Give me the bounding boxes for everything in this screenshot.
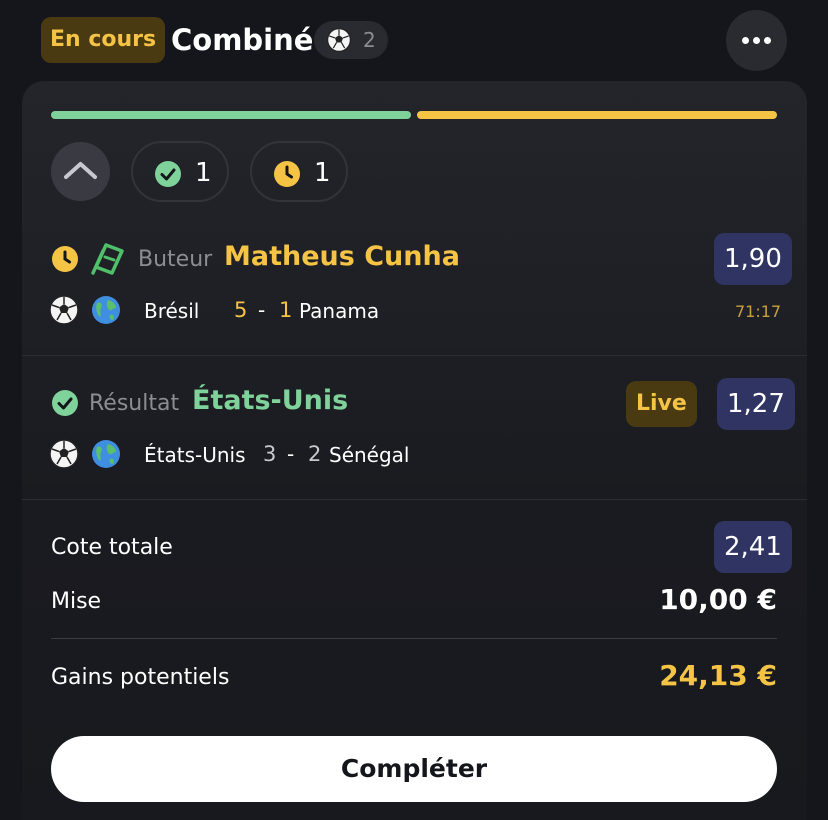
stake-value: 10,00 € <box>659 583 777 616</box>
page-title: Combiné <box>171 23 314 57</box>
away-score: 1 <box>279 298 293 322</box>
score-separator: - <box>287 442 295 466</box>
bet-card: 1 1 Buteur Matheus Cunha 1,90 Brésil 5 -… <box>22 81 807 820</box>
ellipsis-icon <box>753 37 760 44</box>
globe-icon <box>92 296 120 324</box>
gains-label: Gains potentiels <box>51 665 230 690</box>
market-label: Résultat <box>89 391 180 416</box>
progress-pending <box>417 111 777 119</box>
divider <box>51 638 777 639</box>
globe-icon <box>92 440 120 468</box>
match-clock: 71:17 <box>735 302 782 321</box>
away-team: Panama <box>299 299 380 323</box>
clock-icon <box>52 246 78 272</box>
home-team: États-Unis <box>144 443 246 467</box>
home-score: 3 <box>263 442 277 466</box>
match-info: États-Unis 3 - 2 Sénégal <box>48 438 788 472</box>
won-count-chip[interactable]: 1 <box>131 141 229 202</box>
market-label: Buteur <box>138 247 213 272</box>
gains-value: 24,13 € <box>659 659 777 692</box>
won-count: 1 <box>195 158 212 188</box>
sport-count: 2 <box>363 28 376 52</box>
live-badge: Live <box>626 381 697 427</box>
more-options-button[interactable] <box>726 10 787 71</box>
soccer-ball-icon <box>327 28 351 52</box>
ellipsis-icon <box>764 37 771 44</box>
away-team: Sénégal <box>329 443 410 467</box>
odds-badge[interactable]: 1,90 <box>714 233 792 285</box>
progress-won <box>51 111 411 119</box>
odds-badge[interactable]: 1,27 <box>717 378 795 430</box>
check-circle-icon <box>155 161 181 187</box>
selection-row[interactable]: Buteur Matheus Cunha 1,90 Brésil 5 - 1 P… <box>22 231 807 356</box>
ellipsis-icon <box>742 37 749 44</box>
boost-ticket-icon <box>91 243 124 275</box>
complete-button[interactable]: Compléter <box>51 736 777 802</box>
pick-name: États-Unis <box>192 385 349 416</box>
home-score: 5 <box>234 298 248 322</box>
match-info: Brésil 5 - 1 Panama <box>48 294 788 328</box>
stake-label: Mise <box>51 589 102 614</box>
selection-row[interactable]: Résultat États-Unis Live 1,27 États-Unis… <box>22 375 807 499</box>
clock-icon <box>274 161 300 187</box>
soccer-ball-icon <box>49 295 79 325</box>
away-score: 2 <box>308 442 322 466</box>
pick-name: Matheus Cunha <box>224 241 460 272</box>
sport-count-pill: 2 <box>314 21 388 59</box>
pending-count: 1 <box>314 158 331 188</box>
divider <box>22 499 807 500</box>
soccer-ball-icon <box>49 439 79 469</box>
score-separator: - <box>258 298 266 322</box>
pending-count-chip[interactable]: 1 <box>250 141 348 202</box>
divider <box>22 355 807 356</box>
total-odds-label: Cote totale <box>51 535 173 560</box>
bet-header: En cours Combiné 2 <box>0 0 828 80</box>
home-team: Brésil <box>144 299 200 323</box>
collapse-button[interactable] <box>51 142 110 201</box>
chevron-up-icon <box>64 162 97 179</box>
check-circle-icon <box>52 390 78 416</box>
total-odds-badge: 2,41 <box>714 521 792 573</box>
status-badge: En cours <box>41 17 166 63</box>
